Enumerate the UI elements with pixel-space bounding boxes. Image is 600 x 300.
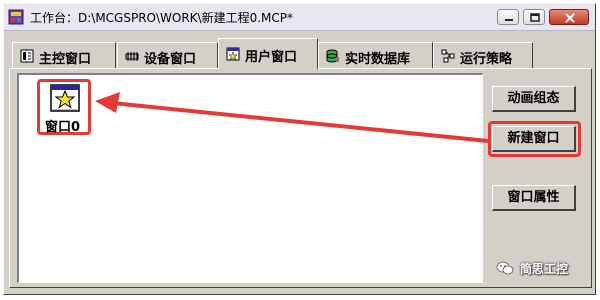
annotation-arrow xyxy=(95,92,489,143)
wechat-icon xyxy=(496,261,514,275)
watermark-text: 简思工控 xyxy=(520,262,569,276)
